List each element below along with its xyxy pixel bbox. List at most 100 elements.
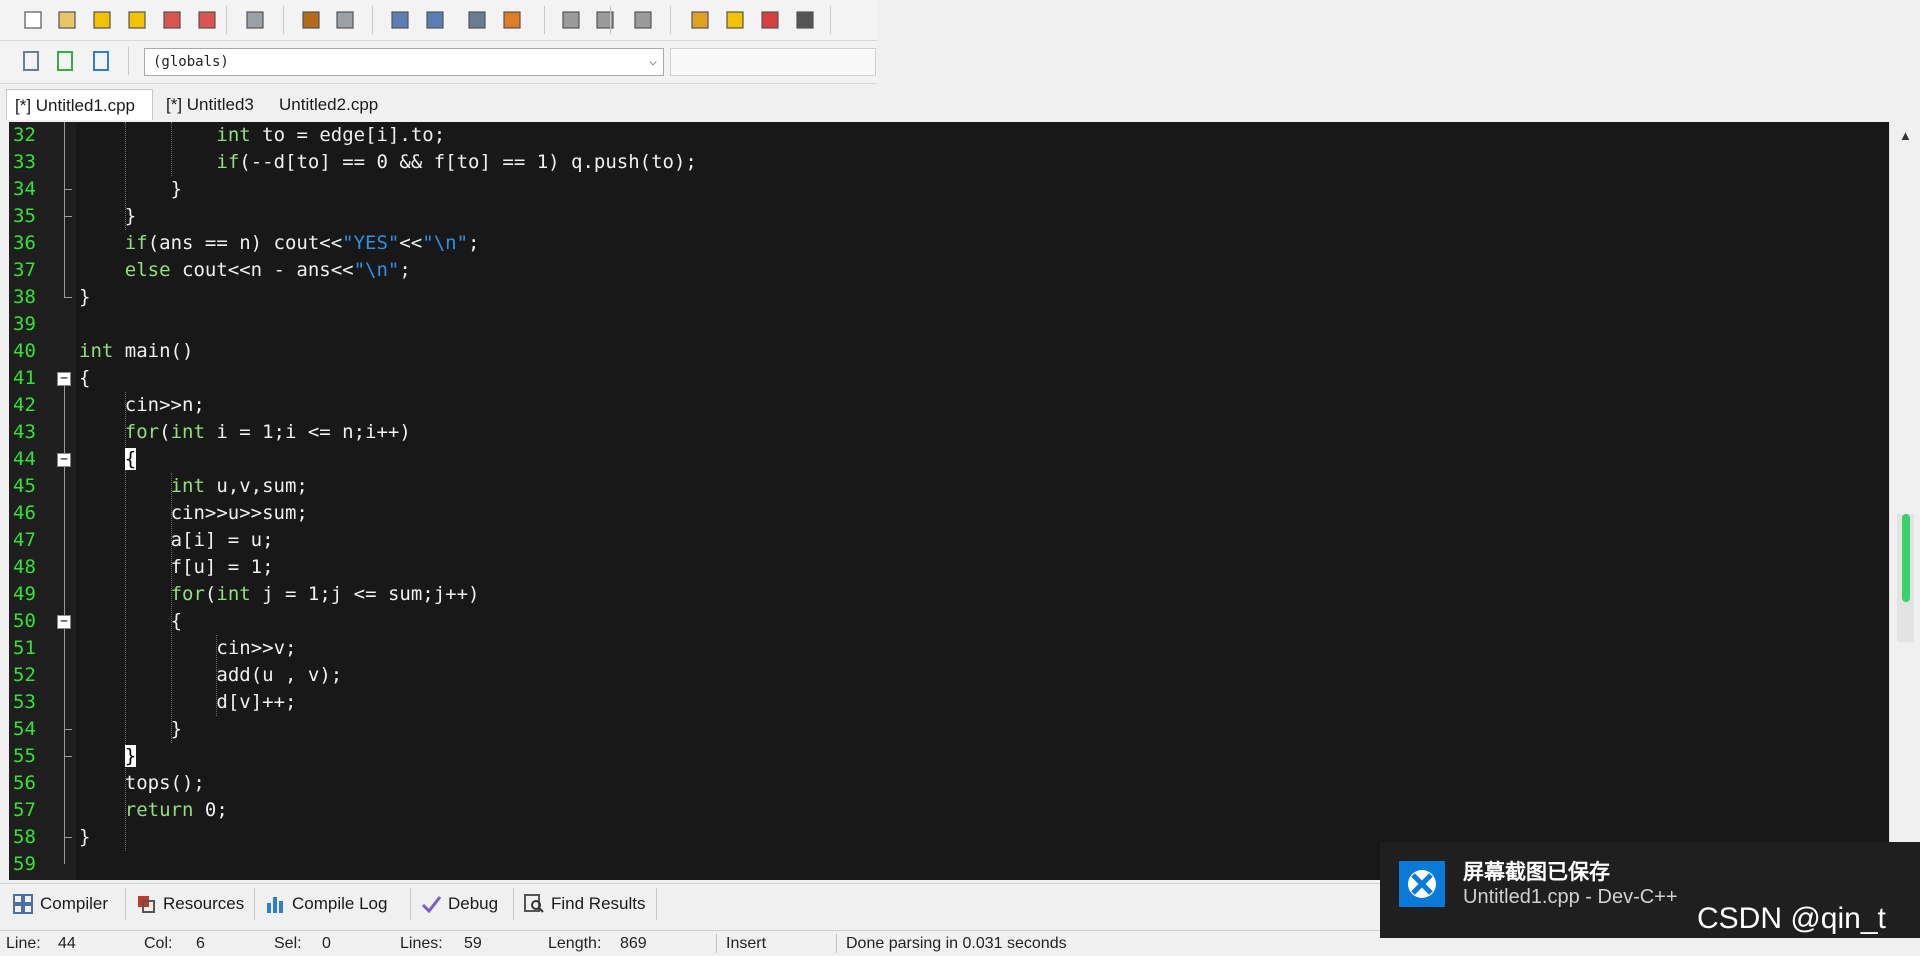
code-line[interactable]: 54}	[9, 716, 1889, 743]
status-line-label: Line:	[6, 935, 41, 952]
status-length-value: 869	[620, 935, 647, 952]
find-icon[interactable]	[385, 5, 415, 35]
fold-end-marker	[64, 297, 72, 298]
code-line[interactable]: 52 add(u , v);	[9, 662, 1889, 689]
project-icon[interactable]	[86, 46, 116, 76]
undo-icon[interactable]	[296, 5, 326, 35]
code-line[interactable]: 50 − {	[9, 608, 1889, 635]
tab-untitled2[interactable]: Untitled2.cpp	[271, 89, 395, 120]
code-text: if(--d[to] == 0 && f[to] == 1) q.push(to…	[216, 151, 697, 173]
fold-end-marker	[64, 837, 72, 838]
secondary-toolbar: (globals) ⌵	[0, 41, 877, 84]
tab-untitled1[interactable]: [*] Untitled1.cpp	[6, 89, 153, 120]
line-number: 37	[13, 259, 36, 281]
tab-label: Debug	[448, 894, 499, 913]
color-grid-icon[interactable]	[755, 5, 785, 35]
code-line[interactable]: 51 cin>>v;	[9, 635, 1889, 662]
code-line[interactable]: 56 tops();	[9, 770, 1889, 797]
tiles-icon[interactable]	[790, 5, 820, 35]
status-message: Done parsing in 0.031 seconds	[846, 935, 1067, 952]
code-text: if(ans == n) cout<<"YES"<<"\n";	[124, 232, 480, 254]
save-icon[interactable]	[87, 5, 117, 35]
replace-icon[interactable]	[420, 5, 450, 35]
code-line[interactable]: 40 int main()	[9, 338, 1889, 365]
open-file-icon[interactable]	[52, 5, 82, 35]
unindent-icon[interactable]	[497, 5, 527, 35]
code-text: for(int i = 1;i <= n;i++)	[124, 421, 411, 443]
code-text: d[v]++;	[216, 691, 297, 713]
code-line[interactable]: 38}	[9, 284, 1889, 311]
tab-label: [*] Untitled1.cpp	[15, 96, 136, 115]
code-line[interactable]: 34}	[9, 176, 1889, 203]
tab-compile-log[interactable]: Compile Log	[258, 888, 411, 920]
line-number: 34	[13, 178, 36, 200]
code-line[interactable]: 32 int to = edge[i].to;	[9, 122, 1889, 149]
tab-untitled3[interactable]: [*] Untitled3	[158, 89, 268, 120]
status-col-value: 6	[196, 935, 205, 952]
chevron-down-icon[interactable]: ⌵	[649, 49, 657, 75]
code-line[interactable]: 57 return 0;	[9, 797, 1889, 824]
code-line[interactable]: 39	[9, 311, 1889, 338]
close-all-icon[interactable]	[192, 5, 222, 35]
code-line[interactable]: 44 − {	[9, 446, 1889, 473]
code-editor[interactable]: 32 int to = edge[i].to; 33 if(--d[to] == 0 …	[9, 122, 1889, 880]
function-select[interactable]	[670, 48, 876, 76]
fold-toggle-icon[interactable]: −	[57, 453, 71, 467]
code-line[interactable]: 46 cin>>u>>sum;	[9, 500, 1889, 527]
watermark-text: CSDN @qin_t	[1697, 902, 1886, 935]
code-text: for(int j = 1;j <= sum;j++)	[170, 583, 480, 605]
scroll-up-arrow-icon[interactable]: ▲	[1899, 128, 1912, 143]
code-line[interactable]: 35}	[9, 203, 1889, 230]
code-line[interactable]: 42 cin>>n;	[9, 392, 1889, 419]
code-text: tops();	[124, 772, 205, 794]
toolbar-separator	[283, 6, 284, 34]
code-text: {	[170, 610, 183, 632]
line-number: 59	[13, 853, 36, 875]
code-line[interactable]: 45 int u,v,sum;	[9, 473, 1889, 500]
close-icon[interactable]	[157, 5, 187, 35]
bookmark-right-icon[interactable]	[590, 5, 620, 35]
line-number: 40	[13, 340, 36, 362]
code-line[interactable]: 49 for(int j = 1;j <= sum;j++)	[9, 581, 1889, 608]
tab-debug[interactable]: Debug	[414, 888, 514, 920]
fold-toggle-icon[interactable]: −	[57, 615, 71, 629]
layout-grid-icon[interactable]	[685, 5, 715, 35]
code-line[interactable]: 41 −{	[9, 365, 1889, 392]
fold-toggle-icon[interactable]: −	[57, 372, 71, 386]
line-number: 46	[13, 502, 36, 524]
code-text: else cout<<n - ans<<"\n";	[124, 259, 411, 281]
window-icon[interactable]	[720, 5, 750, 35]
scroll-thumb[interactable]	[1902, 514, 1910, 602]
code-line[interactable]: 48 f[u] = 1;	[9, 554, 1889, 581]
line-number: 32	[13, 124, 36, 146]
code-text: }	[124, 205, 137, 227]
scope-select[interactable]: (globals) ⌵	[144, 48, 664, 76]
vertical-scrollbar[interactable]: ▲	[1889, 122, 1920, 880]
fold-end-marker	[64, 189, 72, 190]
code-line[interactable]: 53 d[v]++;	[9, 689, 1889, 716]
tab-find-results[interactable]: Find Results	[517, 888, 657, 920]
new-file-icon[interactable]	[18, 5, 48, 35]
code-line[interactable]: 43 for(int i = 1;i <= n;i++)	[9, 419, 1889, 446]
code-line[interactable]: 36 if(ans == n) cout<<"YES"<<"\n";	[9, 230, 1889, 257]
code-line[interactable]: 37 else cout<<n - ans<<"\n";	[9, 257, 1889, 284]
code-line[interactable]: 33 if(--d[to] == 0 && f[to] == 1) q.push(…	[9, 149, 1889, 176]
indent-icon[interactable]	[462, 5, 492, 35]
resources-icon	[138, 896, 155, 913]
code-line[interactable]: 55}	[9, 743, 1889, 770]
code-text: {	[79, 367, 91, 389]
redo-icon[interactable]	[330, 5, 360, 35]
bookmark-left-icon[interactable]	[556, 5, 586, 35]
tab-compiler[interactable]: Compiler	[6, 888, 126, 920]
tab-resources[interactable]: Resources	[129, 888, 255, 920]
toggle-comment-icon[interactable]	[628, 5, 658, 35]
fold-end-marker	[64, 756, 72, 757]
line-number: 49	[13, 583, 36, 605]
new-class-icon[interactable]	[16, 46, 46, 76]
print-icon[interactable]	[240, 5, 270, 35]
code-text: cin>>v;	[216, 637, 297, 659]
line-number: 41	[13, 367, 36, 389]
save-all-icon[interactable]	[122, 5, 152, 35]
code-line[interactable]: 47 a[i] = u;	[9, 527, 1889, 554]
add-file-icon[interactable]	[50, 46, 80, 76]
